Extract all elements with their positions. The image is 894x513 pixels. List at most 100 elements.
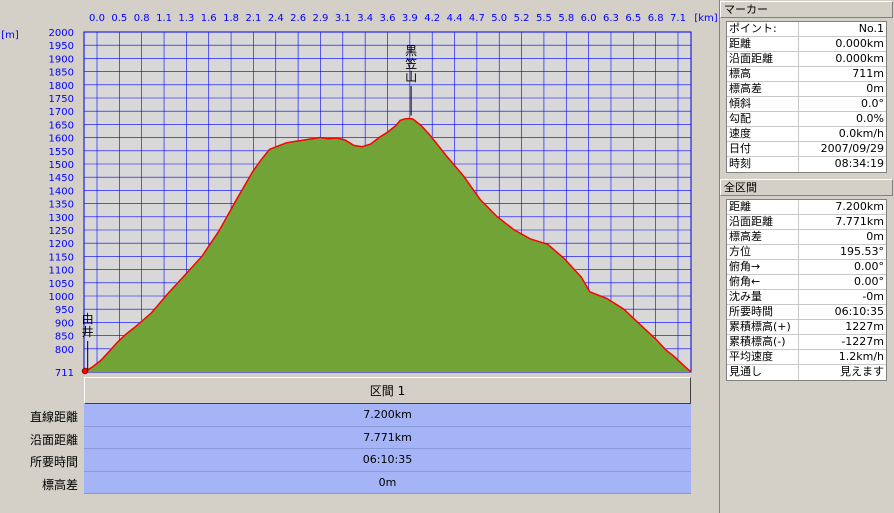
y-tick-label: 1700 [49,107,74,118]
x-tick-label: 5.8 [558,13,574,24]
y-tick-label: 1850 [49,68,74,79]
y-tick-label: 800 [55,345,74,356]
marker-value: 0m [866,82,884,95]
total-value: 1227m [845,320,884,333]
total-value: 0.00° [854,275,884,288]
annotation-label: 黒 [405,44,417,58]
total-value: -0m [862,290,884,303]
x-tick-label: 2.4 [268,13,284,24]
total-key: 俯角→ [727,260,799,274]
y-tick-label: 1100 [49,266,74,277]
marker-row: ポイント: No.1 [727,22,886,37]
total-value: 195.53° [840,245,884,258]
y-tick-label: 950 [55,305,74,316]
marker-row: 標高 711m [727,67,886,82]
marker-value: 0.0km/h [838,127,884,140]
total-value: 0m [866,230,884,243]
profile-view: 0.0 0.5 0.8 1.1 1.3 1.6 1.8 2.1 2.4 2.6 2.9 3.1 3.4 3… [0,0,719,513]
marker-key: 日付 [727,142,799,156]
marker-panel-title: マーカー [720,1,893,18]
total-key: 俯角← [727,275,799,289]
info-sidebar: マーカー ポイント: No.1 距離 0.000km 沿面距離 0.000km 標高 7… [719,0,894,513]
total-key: 沿面距離 [727,215,799,229]
y-tick-label: 1050 [49,279,74,290]
summary-value: 0m [84,471,691,494]
total-row: 累積標高(+) 1227m [727,320,886,335]
marker-table: ポイント: No.1 距離 0.000km 沿面距離 0.000km 標高 711m 標… [726,21,887,173]
total-row: 標高差 0m [727,230,886,245]
marker-key: 距離 [727,37,799,51]
marker-key: 沿面距離 [727,52,799,66]
x-tick-label: 2.1 [245,13,261,24]
marker-key: 標高 [727,67,799,81]
y-tick-label: 1750 [49,94,74,105]
marker-key: 傾斜 [727,97,799,111]
x-tick-label: 1.8 [223,13,239,24]
summary-label: 所要時間 [29,455,78,469]
marker-row: 標高差 0m [727,82,886,97]
x-tick-label: 4.7 [469,13,485,24]
total-row: 累積標高(-) -1227m [727,335,886,350]
x-tick-label: 5.2 [514,13,530,24]
elevation-chart[interactable]: 0.0 0.5 0.8 1.1 1.3 1.6 1.8 2.1 2.4 2.6 2.9 3.1 3.4 3… [0,0,719,378]
total-row: 平均速度 1.2km/h [727,350,886,365]
total-panel-title: 全区間 [720,179,893,196]
x-tick-label: 5.0 [491,13,507,24]
total-key: 所要時間 [727,305,799,319]
y-tick-label: 1600 [49,134,74,145]
x-tick-label: 7.1 [670,13,686,24]
x-tick-label: 3.4 [357,13,373,24]
y-tick-label: 850 [55,332,74,343]
total-row: 俯角→ 0.00° [727,260,886,275]
marker-key: 速度 [727,127,799,141]
total-key: 標高差 [727,230,799,244]
marker-value: 08:34:19 [834,157,884,170]
total-value: -1227m [841,335,884,348]
marker-value: No.1 [858,22,884,35]
marker-value: 2007/09/29 [820,142,884,155]
x-tick-label: 0.5 [111,13,127,24]
total-key: 方位 [727,245,799,259]
total-table: 距離 7.200km 沿面距離 7.771km 標高差 0m 方位 195.53° 俯角… [726,199,887,381]
summary-value: 7.771km [84,426,691,449]
total-key: 距離 [727,200,799,214]
summary-row-surface-distance: 沿面距離 7.771km [0,426,719,449]
x-tick-label: 6.3 [603,13,619,24]
x-tick-label: 1.3 [178,13,194,24]
y-tick-label: 1900 [49,54,74,65]
x-tick-label: 4.2 [424,13,440,24]
y-tick-label: 1650 [49,120,74,131]
x-tick-label: 6.8 [648,13,664,24]
total-row: 沿面距離 7.771km [727,215,886,230]
total-row: 所要時間 06:10:35 [727,305,886,320]
total-key: 平均速度 [727,350,799,364]
marker-key: ポイント: [727,22,799,36]
total-row: 距離 7.200km [727,200,886,215]
marker-row: 日付 2007/09/29 [727,142,886,157]
x-tick-label: 3.9 [402,13,418,24]
y-tick-label: 1450 [49,173,74,184]
y-tick-label: 900 [55,318,74,329]
y-tick-label: 1200 [49,239,74,250]
x-tick-label: 6.0 [581,13,597,24]
summary-row-straight-distance: 直線距離 7.200km [0,404,719,427]
x-tick-label: 1.6 [201,13,217,24]
marker-value: 711m [852,67,884,80]
total-key: 見通し [727,365,799,380]
summary-value: 7.200km [84,404,691,427]
summary-label: 標高差 [41,477,78,492]
marker-key: 標高差 [727,82,799,96]
y-tick-label: 1400 [49,186,74,197]
x-tick-label: 0.8 [134,13,150,24]
marker-row: 距離 0.000km [727,37,886,52]
section-tab-1[interactable]: 区間 1 [84,377,691,404]
annotation-label: 山 [405,70,417,84]
x-tick-label: 0.0 [89,13,105,24]
x-tick-label: 6.5 [625,13,641,24]
summary-row-elevation-diff: 標高差 0m [0,471,719,494]
marker-row: 速度 0.0km/h [727,127,886,142]
marker-point[interactable] [81,367,89,375]
y-tick-label: 1350 [49,200,74,211]
y-tick-label: 1000 [49,292,74,303]
y-tick-label: 2000 [49,28,74,39]
